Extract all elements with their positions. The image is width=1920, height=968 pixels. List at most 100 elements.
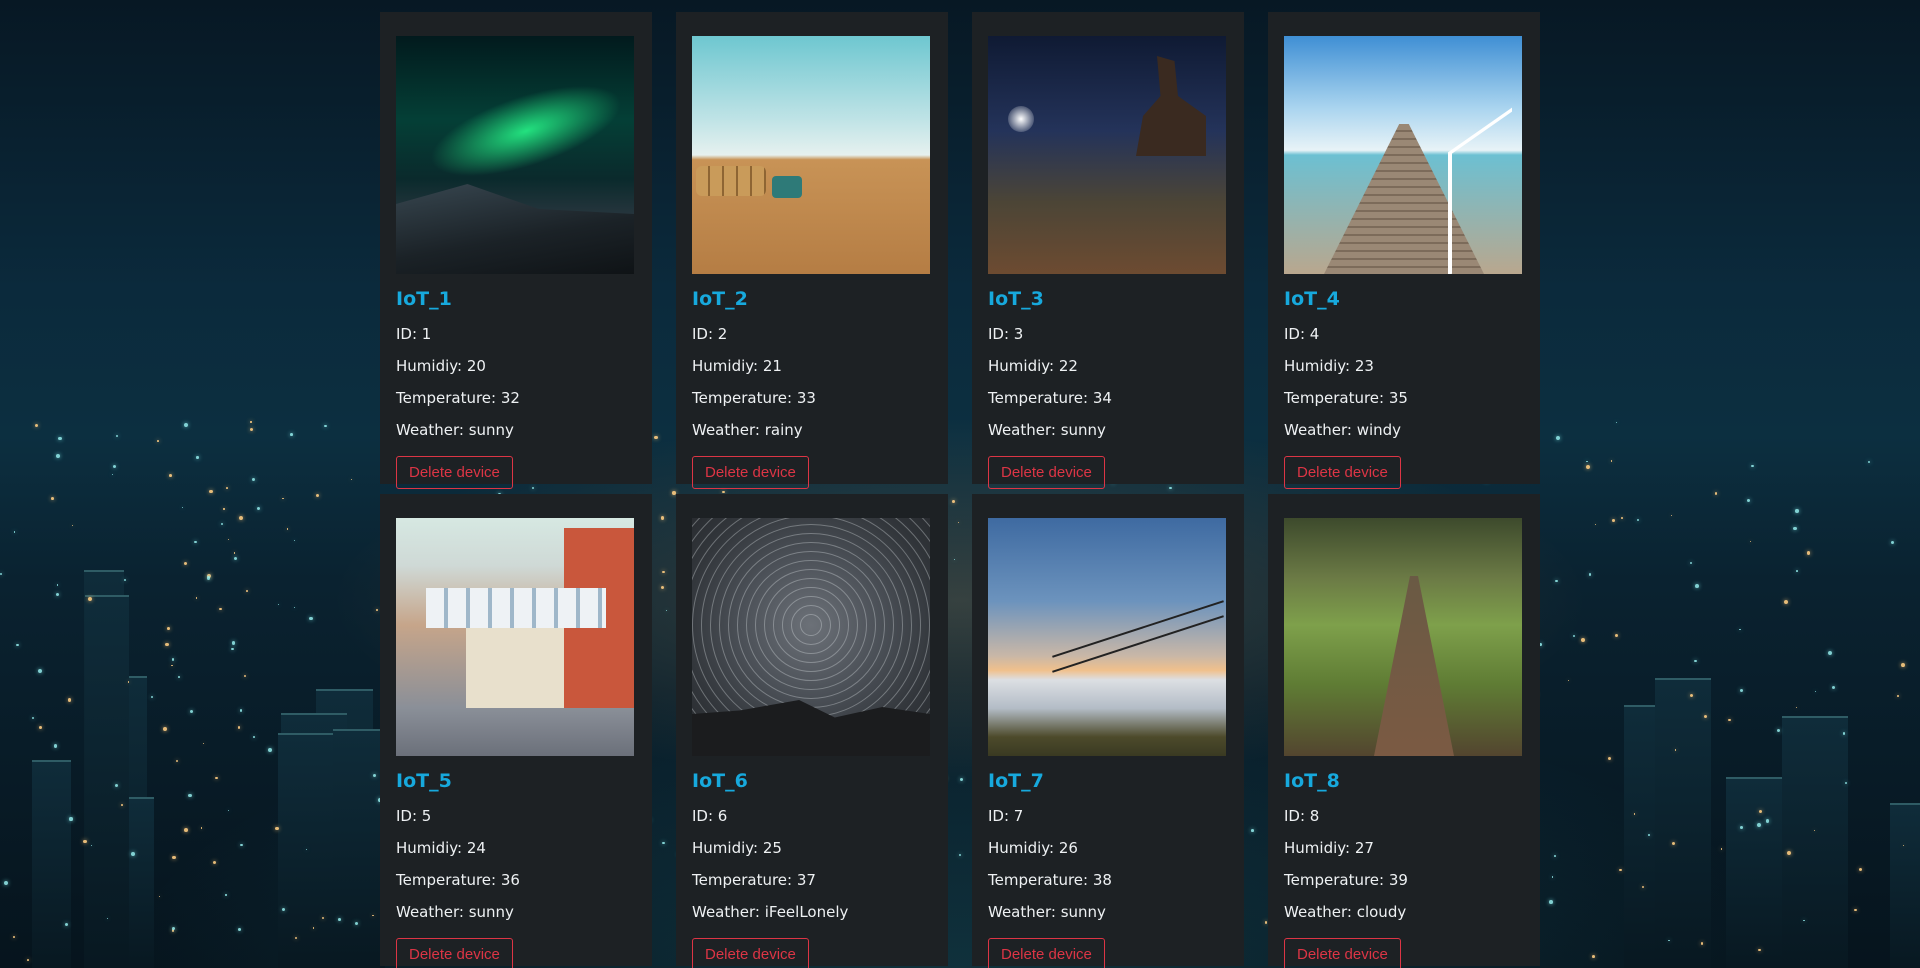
device-id-label: ID:	[692, 325, 718, 343]
device-temperature-label: Temperature:	[1284, 871, 1389, 889]
device-id-line: ID: 2	[692, 318, 932, 350]
device-image-forest	[1284, 518, 1522, 756]
device-weather-label: Weather:	[692, 421, 765, 439]
device-humidity-line: Humidiy: 24	[396, 832, 636, 864]
device-humidity-label: Humidiy:	[1284, 357, 1355, 375]
device-temperature-value: 35	[1388, 389, 1408, 407]
device-weather-value: rainy	[764, 421, 803, 439]
device-humidity-value: 23	[1354, 357, 1374, 375]
device-humidity-value: 24	[466, 839, 486, 857]
device-title: IoT_4	[1284, 288, 1340, 310]
delete-device-button[interactable]: Delete device	[988, 938, 1105, 968]
device-weather-label: Weather:	[988, 903, 1061, 921]
device-weather-line: Weather: sunny	[988, 414, 1228, 446]
device-id-label: ID:	[396, 325, 422, 343]
device-id-value: 8	[1309, 807, 1320, 825]
device-title: IoT_7	[988, 770, 1044, 792]
delete-device-button[interactable]: Delete device	[1284, 938, 1401, 968]
device-weather-line: Weather: rainy	[692, 414, 932, 446]
device-card: IoT_2 ID: 2 Humidiy: 21 Temperature: 33 Weat…	[676, 12, 948, 489]
device-humidity-value: 21	[762, 357, 782, 375]
device-weather-label: Weather:	[692, 903, 765, 921]
device-id-value: 5	[421, 807, 432, 825]
device-humidity-line: Humidiy: 22	[988, 350, 1228, 382]
device-temperature-line: Temperature: 38	[988, 864, 1228, 896]
device-humidity-line: Humidiy: 20	[396, 350, 636, 382]
device-card: IoT_3 ID: 3 Humidiy: 22 Temperature: 34 Weat…	[972, 12, 1244, 489]
device-title: IoT_5	[396, 770, 452, 792]
device-temperature-label: Temperature:	[988, 389, 1093, 407]
device-card: IoT_4 ID: 4 Humidiy: 23 Temperature: 35 Weat…	[1268, 12, 1540, 489]
device-title: IoT_3	[988, 288, 1044, 310]
device-id-line: ID: 6	[692, 800, 932, 832]
device-id-value: 6	[717, 807, 728, 825]
device-temperature-line: Temperature: 35	[1284, 382, 1524, 414]
device-id-value: 7	[1013, 807, 1024, 825]
device-weather-value: sunny	[1060, 903, 1106, 921]
device-weather-label: Weather:	[1284, 903, 1357, 921]
device-humidity-label: Humidiy:	[396, 357, 467, 375]
device-card: IoT_1 ID: 1 Humidiy: 20 Temperature: 32 Weat…	[380, 12, 652, 489]
device-title: IoT_1	[396, 288, 452, 310]
device-humidity-label: Humidiy:	[692, 357, 763, 375]
device-temperature-line: Temperature: 32	[396, 382, 636, 414]
device-id-value: 3	[1013, 325, 1024, 343]
device-id-label: ID:	[988, 325, 1014, 343]
delete-device-button[interactable]: Delete device	[1284, 456, 1401, 489]
device-temperature-label: Temperature:	[396, 389, 501, 407]
device-id-line: ID: 3	[988, 318, 1228, 350]
delete-device-button[interactable]: Delete device	[692, 938, 809, 968]
device-weather-line: Weather: windy	[1284, 414, 1524, 446]
device-weather-line: Weather: cloudy	[1284, 896, 1524, 928]
device-id-line: ID: 5	[396, 800, 636, 832]
device-temperature-label: Temperature:	[1284, 389, 1389, 407]
device-image-field	[692, 36, 930, 274]
device-card: IoT_8 ID: 8 Humidiy: 27 Temperature: 39 Weat…	[1268, 494, 1540, 968]
device-weather-value: sunny	[468, 421, 514, 439]
device-image-pier	[1284, 36, 1522, 274]
delete-device-button[interactable]: Delete device	[692, 456, 809, 489]
device-humidity-line: Humidiy: 27	[1284, 832, 1524, 864]
device-image-stars	[692, 518, 930, 756]
device-humidity-value: 25	[762, 839, 782, 857]
device-title: IoT_2	[692, 288, 748, 310]
device-temperature-value: 34	[1092, 389, 1112, 407]
device-humidity-value: 26	[1058, 839, 1078, 857]
device-humidity-line: Humidiy: 25	[692, 832, 932, 864]
device-weather-value: iFeelLonely	[764, 903, 849, 921]
device-card: IoT_6 ID: 6 Humidiy: 25 Temperature: 37 Weat…	[676, 494, 948, 968]
delete-device-button[interactable]: Delete device	[396, 456, 513, 489]
device-image-moon	[988, 36, 1226, 274]
device-title: IoT_8	[1284, 770, 1340, 792]
device-humidity-value: 22	[1058, 357, 1078, 375]
device-weather-line: Weather: sunny	[396, 414, 636, 446]
device-temperature-line: Temperature: 36	[396, 864, 636, 896]
delete-device-button[interactable]: Delete device	[988, 456, 1105, 489]
device-id-line: ID: 8	[1284, 800, 1524, 832]
device-temperature-value: 37	[796, 871, 816, 889]
device-id-line: ID: 4	[1284, 318, 1524, 350]
device-temperature-value: 33	[796, 389, 816, 407]
device-weather-value: cloudy	[1356, 903, 1407, 921]
device-temperature-value: 36	[500, 871, 520, 889]
device-temperature-value: 32	[500, 389, 520, 407]
device-weather-label: Weather:	[396, 903, 469, 921]
device-weather-line: Weather: sunny	[396, 896, 636, 928]
device-temperature-label: Temperature:	[396, 871, 501, 889]
delete-device-button[interactable]: Delete device	[396, 938, 513, 968]
device-temperature-label: Temperature:	[692, 871, 797, 889]
device-image-street	[396, 518, 634, 756]
device-humidity-line: Humidiy: 26	[988, 832, 1228, 864]
device-weather-label: Weather:	[1284, 421, 1357, 439]
device-weather-value: sunny	[1060, 421, 1106, 439]
device-temperature-line: Temperature: 37	[692, 864, 932, 896]
device-card: IoT_7 ID: 7 Humidiy: 26 Temperature: 38 Weat…	[972, 494, 1244, 968]
device-image-sunset	[988, 518, 1226, 756]
device-temperature-label: Temperature:	[988, 871, 1093, 889]
device-grid: IoT_1 ID: 1 Humidiy: 20 Temperature: 32 Weat…	[380, 12, 1540, 968]
device-weather-label: Weather:	[396, 421, 469, 439]
device-humidity-label: Humidiy:	[396, 839, 467, 857]
device-title: IoT_6	[692, 770, 748, 792]
device-id-line: ID: 1	[396, 318, 636, 350]
device-id-label: ID:	[1284, 807, 1310, 825]
